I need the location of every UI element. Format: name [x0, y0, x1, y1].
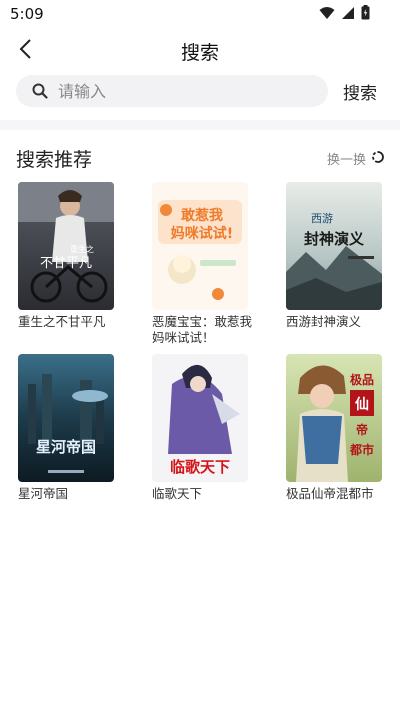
refresh-label: 换一换	[326, 153, 366, 168]
book-card[interactable]: 西游 封神演义 西游封神演义	[286, 182, 400, 346]
recommend-header: 搜索推荐 换一换	[16, 144, 384, 172]
book-cover: 星河帝国	[18, 354, 114, 482]
book-title: 西游封神演义	[286, 314, 362, 329]
search-row: 搜索	[0, 75, 400, 107]
section-title: 搜索推荐	[16, 149, 93, 171]
wifi-icon	[319, 5, 335, 24]
book-cover: 临歌天下	[152, 354, 248, 482]
svg-text:帝: 帝	[356, 422, 368, 437]
book-title: 临歌天下	[152, 486, 203, 501]
svg-text:封神演义: 封神演义	[304, 230, 364, 248]
svg-text:不甘平凡: 不甘平凡	[40, 256, 92, 271]
book-cover: 不甘平凡 重生之	[18, 182, 114, 310]
svg-text:临歌天下: 临歌天下	[170, 458, 230, 476]
book-card[interactable]: 星河帝国 星河帝国	[18, 354, 133, 518]
status-icons	[319, 4, 370, 24]
book-card[interactable]: 敢惹我 妈咪试试! 恶魔宝宝：敢惹我妈咪试试！	[152, 182, 267, 346]
svg-text:妈咪试试!: 妈咪试试!	[171, 225, 233, 242]
svg-text:西游: 西游	[311, 212, 333, 225]
status-bar: 5:09	[0, 0, 400, 28]
svg-text:敢惹我: 敢惹我	[181, 207, 223, 224]
book-title: 恶魔宝宝：敢惹我妈咪试试！	[152, 314, 253, 345]
svg-text:都市: 都市	[349, 442, 374, 457]
refresh-button[interactable]: 换一换	[327, 149, 384, 168]
refresh-icon	[372, 150, 384, 167]
search-box[interactable]	[16, 75, 328, 107]
cell-signal-icon	[341, 5, 355, 24]
search-button[interactable]: 搜索	[343, 79, 377, 104]
book-card[interactable]: 临歌天下 临歌天下	[152, 354, 267, 518]
page-title: 搜索	[180, 42, 219, 64]
book-title: 星河帝国	[18, 486, 69, 501]
book-card[interactable]: 极品 仙 帝 都市 极品仙帝混都市	[286, 354, 400, 518]
svg-text:星河帝国: 星河帝国	[36, 438, 96, 456]
search-input[interactable]	[58, 81, 298, 101]
svg-text:重生之: 重生之	[70, 244, 94, 254]
book-cover: 西游 封神演义	[286, 182, 382, 310]
section-divider	[0, 120, 400, 130]
app-header: 搜索	[0, 30, 400, 72]
status-time: 5:09	[10, 5, 44, 23]
book-cover: 极品 仙 帝 都市	[286, 354, 382, 482]
svg-text:极品: 极品	[350, 372, 374, 387]
book-title: 极品仙帝混都市	[286, 486, 374, 501]
book-title: 重生之不甘平凡	[18, 314, 106, 329]
battery-icon	[361, 4, 370, 24]
svg-text:仙: 仙	[355, 396, 369, 413]
book-cover: 敢惹我 妈咪试试!	[152, 182, 248, 310]
book-card[interactable]: 不甘平凡 重生之 重生之不甘平凡	[18, 182, 133, 346]
book-grid: 不甘平凡 重生之 重生之不甘平凡 敢惹我 妈咪试试! 恶魔宝宝：敢惹我妈咪试试！	[18, 182, 382, 518]
search-icon	[30, 81, 50, 101]
